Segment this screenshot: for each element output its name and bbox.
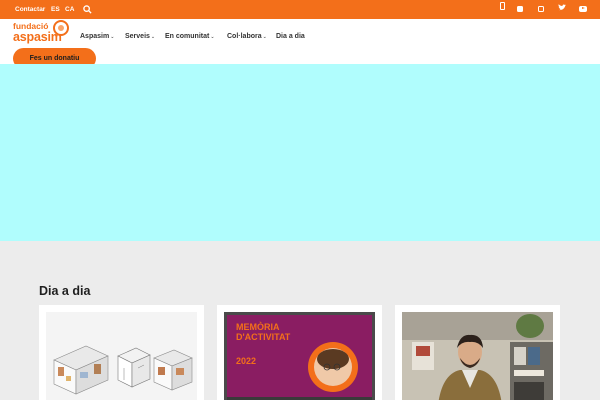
instagram-icon[interactable] — [535, 4, 546, 15]
chevron-down-icon: ⌄ — [110, 34, 115, 40]
nav-label: Aspasim — [80, 33, 110, 40]
site-header: fundació aspasim Aspasim⌄ Serveis⌄ En co… — [0, 19, 600, 69]
isometric-room-diagrams-image[interactable] — [46, 312, 197, 400]
dia-a-dia-section: Dia a dia MEMÒRIA D'ACTIVITAT 2022 — [0, 241, 600, 400]
news-card[interactable] — [39, 305, 204, 400]
logo-emblem-icon — [53, 20, 69, 36]
chevron-down-icon: ⌄ — [210, 34, 215, 40]
search-icon[interactable] — [83, 0, 92, 19]
section-title: Dia a dia — [39, 284, 91, 298]
twitter-icon[interactable] — [556, 4, 567, 15]
lang-ca-link[interactable]: CA — [65, 0, 74, 19]
nav-label: Col·labora — [227, 33, 262, 40]
nav-label: En comunitat — [165, 33, 210, 40]
facebook-icon[interactable] — [514, 4, 525, 15]
cover-title: MEMÒRIA D'ACTIVITAT — [236, 322, 291, 342]
cover-year: 2022 — [236, 356, 257, 366]
top-bar: Contactar ES CA — [0, 0, 600, 19]
news-card[interactable]: MEMÒRIA D'ACTIVITAT 2022 — [217, 305, 382, 400]
chevron-down-icon: ⌄ — [262, 34, 267, 40]
site-logo[interactable]: fundació aspasim — [13, 20, 73, 50]
contact-link[interactable]: Contactar — [15, 0, 45, 19]
nav-label: Dia a dia — [276, 33, 305, 40]
news-card[interactable] — [395, 305, 560, 400]
lang-es-link[interactable]: ES — [51, 0, 60, 19]
nav-item-en-comunitat[interactable]: En comunitat⌄ — [165, 31, 215, 43]
man-in-office-photo[interactable] — [402, 312, 553, 400]
youtube-icon[interactable] — [577, 4, 588, 15]
nav-item-dia-a-dia[interactable]: Dia a dia — [276, 31, 305, 43]
nav-item-col-labora[interactable]: Col·labora⌄ — [227, 31, 267, 43]
memoria-activitat-2022-cover-image[interactable]: MEMÒRIA D'ACTIVITAT 2022 — [224, 312, 375, 400]
hero-banner — [0, 64, 600, 241]
nav-item-aspasim[interactable]: Aspasim⌄ — [80, 31, 114, 43]
nav-item-serveis[interactable]: Serveis⌄ — [125, 31, 155, 43]
phone-icon[interactable] — [497, 2, 508, 13]
nav-label: Serveis — [125, 33, 150, 40]
chevron-down-icon: ⌄ — [150, 34, 156, 40]
